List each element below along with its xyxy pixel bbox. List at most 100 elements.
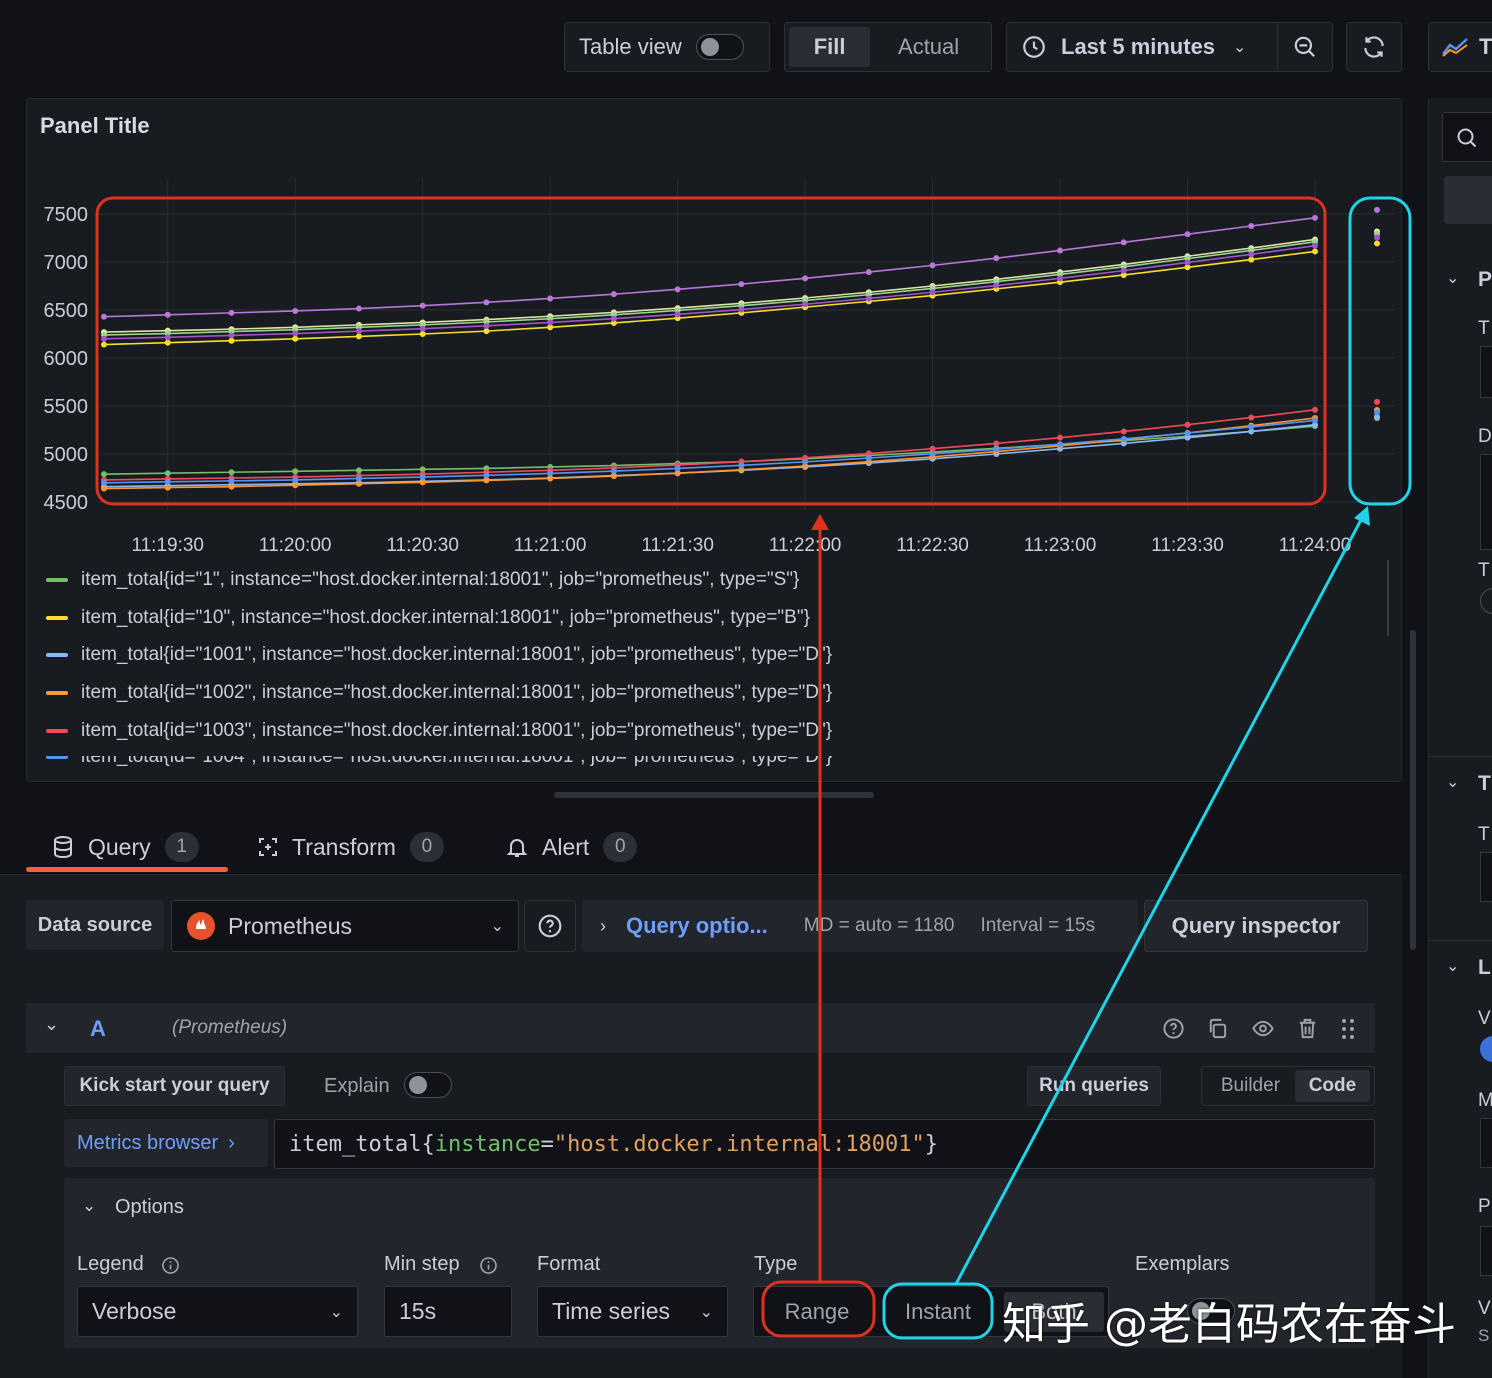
eye-icon[interactable] xyxy=(1251,1017,1275,1040)
explain-label: Explain xyxy=(324,1075,390,1097)
data-point xyxy=(1184,231,1191,238)
data-point xyxy=(1184,259,1191,266)
y-tick-label: 6500 xyxy=(44,300,89,322)
promql-editor[interactable]: item_total{instance = "host.docker.interna… xyxy=(274,1119,1375,1169)
data-point xyxy=(419,331,426,337)
data-point xyxy=(865,269,872,276)
data-point xyxy=(292,482,299,489)
series-line xyxy=(103,217,1316,318)
field-description: S xyxy=(1478,1326,1490,1345)
tab-query[interactable]: Query 1 xyxy=(52,822,199,872)
options-chevron-icon[interactable]: ⌄ xyxy=(82,1196,96,1216)
series-line xyxy=(103,244,1316,340)
y-tick-label: 4500 xyxy=(44,492,89,514)
data-point xyxy=(1120,267,1127,274)
data-point xyxy=(483,299,490,306)
min-step-value: 15s xyxy=(399,1298,437,1324)
data-point xyxy=(610,315,617,322)
format-select[interactable]: Time series ⌄ xyxy=(537,1286,728,1337)
instant-data-point xyxy=(1374,398,1380,405)
legend-cut-clip: item_total{id="1004", instance="host.doc… xyxy=(46,756,946,768)
data-point xyxy=(228,332,235,339)
code-mode-button[interactable]: Code xyxy=(1294,1070,1370,1102)
query-ref-id[interactable]: A xyxy=(90,1016,106,1042)
datasource-help-button[interactable] xyxy=(524,900,576,952)
explain-switch[interactable] xyxy=(404,1072,452,1098)
data-point xyxy=(164,478,171,485)
field-input[interactable] xyxy=(1480,852,1492,902)
section-header[interactable]: T xyxy=(1478,772,1491,796)
type-range-option[interactable]: Range xyxy=(763,1290,871,1333)
tab-transform[interactable]: Transform 0 xyxy=(256,822,444,872)
transform-icon xyxy=(259,838,277,856)
data-point xyxy=(483,322,490,329)
query-options-label[interactable]: Query optio... xyxy=(626,913,768,939)
data-point xyxy=(1057,275,1064,282)
y-tick-label: 7000 xyxy=(44,252,89,274)
format-field-label: Format xyxy=(537,1253,601,1275)
data-point xyxy=(164,334,171,341)
data-point xyxy=(1248,414,1255,421)
promql-brace-close: } xyxy=(924,1131,939,1157)
metrics-browser-button[interactable]: Metrics browser › xyxy=(64,1119,268,1167)
legend-item[interactable]: item_total{id="1004", instance="host.doc… xyxy=(46,756,832,768)
data-point xyxy=(738,306,745,313)
options-header[interactable]: Options xyxy=(115,1196,184,1219)
data-point xyxy=(738,281,745,288)
section-divider xyxy=(1428,940,1492,941)
options-all-toggle[interactable] xyxy=(1444,176,1492,224)
legend-select[interactable]: Verbose ⌄ xyxy=(77,1286,358,1337)
legend-scrollbar[interactable] xyxy=(1387,560,1389,636)
legend-swatch xyxy=(46,691,68,695)
tab-alert[interactable]: Alert 0 xyxy=(506,822,638,872)
field-input[interactable] xyxy=(1480,454,1492,550)
section-header[interactable]: L xyxy=(1478,956,1491,980)
data-point xyxy=(292,468,299,475)
field-input[interactable] xyxy=(1480,1226,1492,1276)
data-point xyxy=(355,328,362,335)
x-tick-label: 11:23:00 xyxy=(1024,535,1097,556)
legend-swatch xyxy=(46,729,68,733)
duplicate-icon[interactable] xyxy=(1206,1017,1229,1040)
section-chevron-icon[interactable]: ⌄ xyxy=(1446,772,1459,792)
legend-item[interactable]: item_total{id="1002", instance="host.doc… xyxy=(46,678,832,708)
promql-operator: = xyxy=(540,1131,554,1157)
query-inspector-button[interactable]: Query inspector xyxy=(1144,900,1368,952)
legend-item[interactable]: item_total{id="1", instance="host.docker… xyxy=(46,565,799,595)
options-search-input[interactable] xyxy=(1442,112,1492,162)
data-point xyxy=(228,477,235,484)
drag-handle-icon[interactable] xyxy=(1338,1016,1358,1042)
builder-mode-button[interactable]: Builder xyxy=(1206,1075,1295,1097)
chevron-right-icon: › xyxy=(600,915,606,936)
collapse-chevron-icon[interactable]: ⌄ xyxy=(44,1014,59,1035)
trash-icon[interactable] xyxy=(1296,1017,1319,1040)
data-point xyxy=(101,471,107,478)
help-icon[interactable] xyxy=(1162,1017,1185,1040)
query-options-bar[interactable]: › Query optio... MD = auto = 1180 Interv… xyxy=(582,900,1138,952)
section-header[interactable]: P xyxy=(1478,268,1492,292)
datasource-picker[interactable]: Prometheus ⌄ xyxy=(171,900,519,952)
section-chevron-icon[interactable]: ⌄ xyxy=(1446,268,1459,288)
type-instant-option[interactable]: Instant xyxy=(884,1290,992,1333)
y-tick-label: 5000 xyxy=(44,444,89,466)
database-icon xyxy=(54,836,72,859)
data-point xyxy=(355,305,362,312)
editor-scrollbar[interactable] xyxy=(1410,630,1416,950)
tab-query-count: 1 xyxy=(164,832,199,862)
series-line xyxy=(103,238,1316,333)
section-chevron-icon[interactable]: ⌄ xyxy=(1446,956,1459,976)
field-input[interactable] xyxy=(1480,346,1492,398)
legend-item[interactable]: item_total{id="1001", instance="host.doc… xyxy=(46,640,832,670)
panel-resize-handle[interactable] xyxy=(554,792,874,798)
data-point xyxy=(1312,248,1318,255)
legend-item[interactable]: item_total{id="1003", instance="host.doc… xyxy=(46,716,832,746)
x-tick-label: 11:19:30 xyxy=(131,535,204,556)
kick-start-button[interactable]: Kick start your query xyxy=(64,1066,285,1106)
x-tick-label: 11:23:30 xyxy=(1151,535,1224,556)
run-queries-button[interactable]: Run queries xyxy=(1027,1066,1161,1106)
data-point xyxy=(483,328,490,335)
legend-item[interactable]: item_total{id="10", instance="host.docke… xyxy=(46,603,810,633)
data-point xyxy=(929,289,936,296)
field-input[interactable] xyxy=(1480,1118,1492,1168)
min-step-input[interactable]: 15s xyxy=(384,1286,512,1337)
